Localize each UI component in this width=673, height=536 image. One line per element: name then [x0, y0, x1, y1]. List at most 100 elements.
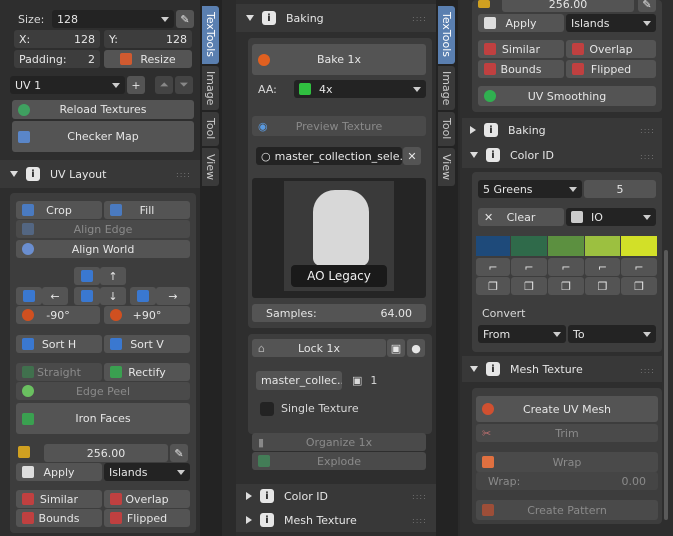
edge-peel-button[interactable]: Edge Peel [16, 382, 190, 400]
right-similar-button[interactable]: Similar [478, 40, 564, 58]
assign-color-5-button[interactable]: ⌐ [621, 258, 657, 276]
drag-handle-icon[interactable]: :::: [412, 492, 427, 501]
samples-field[interactable]: Samples: 64.00 [252, 304, 426, 322]
tab-tool[interactable]: Tool [202, 112, 219, 146]
right-scale-field[interactable]: 256.00 [502, 0, 634, 12]
single-texture-checkbox[interactable] [260, 402, 274, 416]
assign-color-2-button[interactable]: ⌐ [511, 258, 547, 276]
tab-view[interactable]: View [438, 148, 455, 186]
io-dropdown[interactable]: IO [566, 208, 656, 226]
right-islands-dropdown[interactable]: Islands [566, 14, 656, 32]
uv-layout-header[interactable]: i UV Layout [10, 164, 106, 184]
tab-image[interactable]: Image [202, 66, 219, 110]
sort-h-button[interactable]: Sort H [16, 335, 102, 353]
right-eyedropper-button[interactable]: ✎ [638, 0, 656, 12]
baking-header[interactable]: i Baking [246, 8, 324, 28]
align-right-icon-button[interactable] [130, 287, 156, 305]
select-color-2-button[interactable]: ❐ [511, 277, 547, 295]
color-swatch-1[interactable] [476, 236, 510, 256]
clear-colors-button[interactable]: ✕ Clear [478, 208, 564, 226]
palette-count-field[interactable]: 5 [584, 180, 656, 198]
mesh-texture-header[interactable]: i Mesh Texture [470, 359, 583, 379]
right-flipped-button[interactable]: Flipped [566, 60, 656, 78]
right-baking-header[interactable]: i Baking [470, 120, 546, 140]
scale-field[interactable]: 256.00 [44, 444, 168, 462]
mesh-texture-header-collapsed[interactable]: i Mesh Texture [246, 510, 357, 530]
x-field[interactable]: X: 128 [14, 30, 100, 48]
tab-view[interactable]: View [202, 148, 219, 186]
fill-button[interactable]: Fill [104, 201, 190, 219]
assign-color-3-button[interactable]: ⌐ [548, 258, 584, 276]
collection2-field[interactable]: master_collec... [256, 371, 342, 390]
assign-color-4-button[interactable]: ⌐ [585, 258, 620, 276]
cube-view-button[interactable]: ▣ [387, 339, 405, 357]
size-dropdown[interactable]: 128 [52, 10, 174, 28]
assign-color-1-button[interactable]: ⌐ [476, 258, 510, 276]
color-swatch-4[interactable] [585, 236, 620, 256]
move-left-button[interactable]: ← [42, 287, 68, 305]
aa-dropdown[interactable]: 4x [294, 80, 426, 98]
bake-button[interactable]: Bake 1x [252, 44, 426, 75]
rectify-button[interactable]: Rectify [104, 363, 190, 381]
right-overlap-button[interactable]: Overlap [566, 40, 656, 58]
convert-to-dropdown[interactable]: To [568, 325, 656, 343]
bounds-button[interactable]: Bounds [16, 509, 102, 527]
right-bounds-button[interactable]: Bounds [478, 60, 564, 78]
color-id-header-collapsed[interactable]: i Color ID [246, 486, 328, 506]
drag-handle-icon[interactable]: :::: [640, 126, 655, 135]
trim-button[interactable]: ✂ Trim [476, 424, 658, 442]
create-pattern-button[interactable]: Create Pattern [476, 500, 658, 520]
scale-eyedropper-button[interactable]: ✎ [170, 444, 188, 462]
crop-button[interactable]: Crop [16, 201, 102, 219]
drag-handle-icon[interactable]: :::: [176, 170, 191, 179]
scrollbar[interactable] [664, 250, 668, 520]
organize-button[interactable]: ▮ Organize 1x [252, 433, 426, 451]
align-center-icon-button[interactable] [74, 287, 100, 305]
straight-button[interactable]: Straight [16, 363, 102, 381]
explode-button[interactable]: Explode [252, 452, 426, 470]
convert-from-dropdown[interactable]: From [478, 325, 566, 343]
align-world-button[interactable]: Align World [16, 240, 190, 258]
move-up-button[interactable]: ↑ [100, 267, 126, 285]
drag-handle-icon[interactable]: :::: [412, 14, 427, 23]
color-swatch-3[interactable] [548, 236, 584, 256]
y-field[interactable]: Y: 128 [104, 30, 192, 48]
select-color-4-button[interactable]: ❐ [585, 277, 620, 295]
tab-textools[interactable]: TexTools [202, 6, 219, 64]
palette-dropdown[interactable]: 5 Greens [478, 180, 582, 198]
flipped-button[interactable]: Flipped [104, 509, 190, 527]
clear-collection-button[interactable]: ✕ [403, 147, 421, 165]
select-color-5-button[interactable]: ❐ [621, 277, 657, 295]
add-uv-button[interactable]: + [127, 76, 145, 94]
move-down-button[interactable]: ↓ [100, 287, 126, 305]
color-swatch-5[interactable] [621, 236, 657, 256]
rotate-minus-90-button[interactable]: -90° [16, 306, 100, 324]
checker-map-button[interactable]: Checker Map [12, 121, 194, 152]
create-uv-mesh-button[interactable]: Create UV Mesh [476, 396, 658, 422]
select-color-3-button[interactable]: ❐ [548, 277, 584, 295]
islands-dropdown[interactable]: Islands [104, 463, 190, 481]
move-right-button[interactable]: → [156, 287, 190, 305]
drag-handle-icon[interactable]: :::: [412, 516, 427, 525]
drag-handle-icon[interactable]: :::: [640, 366, 655, 375]
collection-field[interactable]: ○ master_collection_sele... [256, 147, 402, 165]
align-edge-button[interactable]: Align Edge [16, 220, 190, 238]
lock-button[interactable]: ⌂ Lock 1x [252, 339, 386, 357]
sort-v-button[interactable]: Sort V [104, 335, 190, 353]
rotate-plus-90-button[interactable]: +90° [104, 306, 190, 324]
preview-texture-button[interactable]: ◉ Preview Texture [252, 116, 426, 136]
wrap-field[interactable]: Wrap: 0.00 [476, 472, 658, 490]
uv-smoothing-button[interactable]: UV Smoothing [478, 86, 656, 106]
wrap-button[interactable]: Wrap [476, 452, 658, 472]
align-left-icon-button[interactable] [16, 287, 42, 305]
similar-button[interactable]: Similar [16, 490, 102, 508]
resize-button[interactable]: Resize [104, 50, 192, 68]
select-color-1-button[interactable]: ❐ [476, 277, 510, 295]
tab-image[interactable]: Image [438, 66, 455, 110]
color-id-header[interactable]: i Color ID [470, 145, 554, 165]
move-uv-down-button[interactable]: ⏷ [175, 76, 193, 94]
padding-field[interactable]: Padding: 2 [14, 50, 100, 68]
sphere-view-button[interactable]: ● [407, 339, 425, 357]
iron-faces-button[interactable]: Iron Faces [16, 403, 190, 434]
reload-textures-button[interactable]: Reload Textures [12, 100, 194, 119]
